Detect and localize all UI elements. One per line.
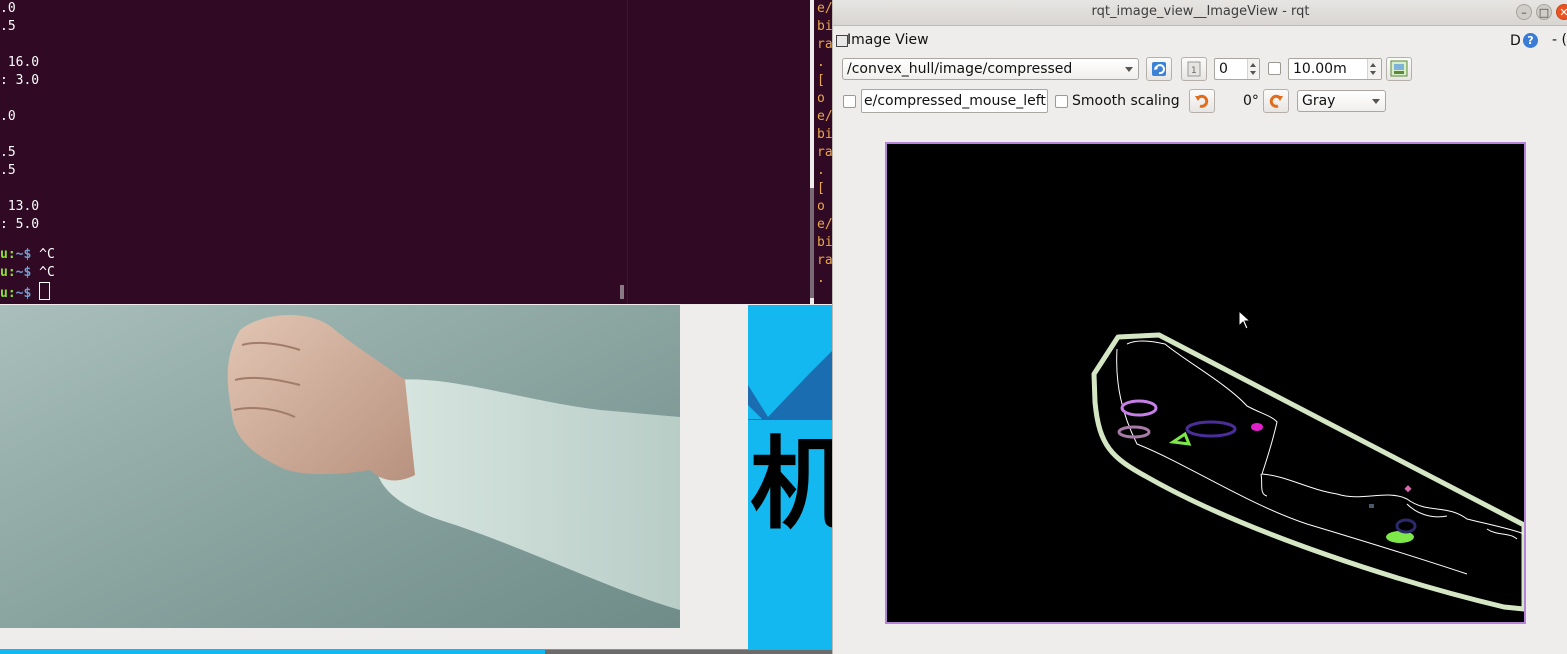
window-title: rqt_image_view__ImageView - rqt [1091,4,1310,19]
terminal-line: .5 [0,19,16,34]
publish-mouse-checkbox[interactable] [843,95,856,108]
mouse-cursor-icon [1238,309,1252,330]
terminal-prompt-line: u:~$ ^C [0,265,55,280]
camera-feed-photo [0,305,680,628]
colormap-select-value: Gray [1302,93,1336,109]
terminal-line: : 3.0 [0,73,40,88]
dock-controls[interactable]: - ( [1552,32,1567,48]
blob-violet [1120,399,1158,417]
blob-indigo [1185,420,1237,438]
terminal-scrollbar[interactable] [620,285,624,299]
terminal-line: 16.0 [0,55,40,70]
window-titlebar[interactable]: rqt_image_view__ImageView - rqt – □ ✕ [833,0,1567,26]
terminal-line: e/ [817,109,832,124]
rqt-window[interactable]: rqt_image_view__ImageView - rqt – □ ✕ Im… [832,0,1567,654]
background-graphic [748,351,832,420]
rotate-right-button[interactable] [1263,89,1289,113]
zoom-original-icon: 1 [1187,61,1201,77]
smooth-scaling-label: Smooth scaling [1072,93,1180,109]
chevron-down-icon [1372,99,1380,104]
rotate-right-icon [1269,94,1283,108]
close-button[interactable]: ✕ [1556,4,1567,20]
terminal-line: .0 [0,109,16,124]
hand-contour [1116,340,1524,575]
terminal-line: ra [817,37,832,52]
blob-mauve [1117,425,1151,439]
terminal-line: e/ [817,1,832,16]
terminal-line: . [817,55,825,70]
background-window-blue: 机 [748,305,832,650]
terminal-cursor [39,282,51,300]
minimize-button[interactable]: – [1516,4,1532,20]
chevron-down-icon [1125,67,1133,72]
terminal-line: ra [817,145,832,160]
convex-hull-image [1091,309,1524,612]
help-button[interactable]: ? [1523,33,1538,48]
zoom-1-button[interactable]: 1 [1181,57,1207,81]
maximize-button[interactable]: □ [1536,4,1552,20]
refresh-topics-button[interactable] [1146,57,1172,81]
terminal-line: : 5.0 [0,217,40,232]
terminal-prompt-line: u:~$ ^C [0,247,55,262]
save-image-button[interactable] [1386,57,1412,81]
terminal-line: 13.0 [0,199,40,214]
terminal-line: [ [817,73,825,88]
blob-magenta [1251,423,1263,431]
terminal-prompt-line: u:~$ [0,282,51,303]
terminal-line: . [817,163,825,178]
image-display[interactable] [885,142,1526,624]
spin-up-icon [1370,63,1376,67]
background-chinese-glyph: 机 [750,426,832,543]
camera-feed-image [0,305,680,628]
terminal-line: o [817,199,825,214]
blob-slate [1369,504,1374,508]
terminal-window-2[interactable]: e/bi ra. [ o e/bi ra. [ o e/bi ra. [814,0,832,304]
terminal-window[interactable]: .0 .5 16.0 : 3.0 .0 .5 .5 13.0 : 5.0 u:~$ ^C u… [0,0,810,304]
colormap-select[interactable]: Gray [1297,90,1386,112]
spin-arrows[interactable] [1367,59,1381,79]
spin-up-icon [1250,63,1256,67]
dock-d-button[interactable]: D [1510,33,1521,49]
terminal-line: [ [817,181,825,196]
mouse-topic-field[interactable]: e/compressed_mouse_left [861,89,1048,113]
terminal-line: . [817,271,825,286]
blob-pink [1404,485,1412,493]
blob-navy [1395,518,1417,534]
rotation-label: 0° [1243,93,1259,109]
terminal-line: .5 [0,145,16,160]
max-depth-spinbox[interactable]: 10.00m [1288,58,1382,80]
spin-arrows[interactable] [1247,59,1259,79]
refresh-icon [1152,62,1166,76]
terminal-line: .0 [0,1,16,16]
blob-green-small [1168,431,1192,446]
convex-hull-outline [1091,332,1524,612]
terminal-line: bi [817,19,832,34]
terminal-line: .5 [0,163,16,178]
zoom-spinbox[interactable]: 0 [1214,58,1260,80]
rotate-left-icon [1195,94,1209,108]
spin-down-icon [1250,71,1256,75]
terminal-line: o [817,91,825,106]
terminal-split-divider[interactable] [627,0,628,304]
terminal-line: bi [817,235,832,250]
terminal-line: ra [817,253,832,268]
terminal-line: bi [817,127,832,142]
spin-down-icon [1370,71,1376,75]
terminal-line: e/ [817,217,832,232]
dynamic-range-checkbox[interactable] [1268,62,1281,75]
topic-select-value: /convex_hull/image/compressed [847,61,1073,77]
save-image-icon [1390,60,1408,77]
plugin-title: Image View [847,32,929,48]
rotate-left-button[interactable] [1189,89,1215,113]
smooth-scaling-checkbox[interactable] [1055,95,1068,108]
topic-select[interactable]: /convex_hull/image/compressed [842,58,1139,80]
svg-text:1: 1 [1191,66,1197,76]
